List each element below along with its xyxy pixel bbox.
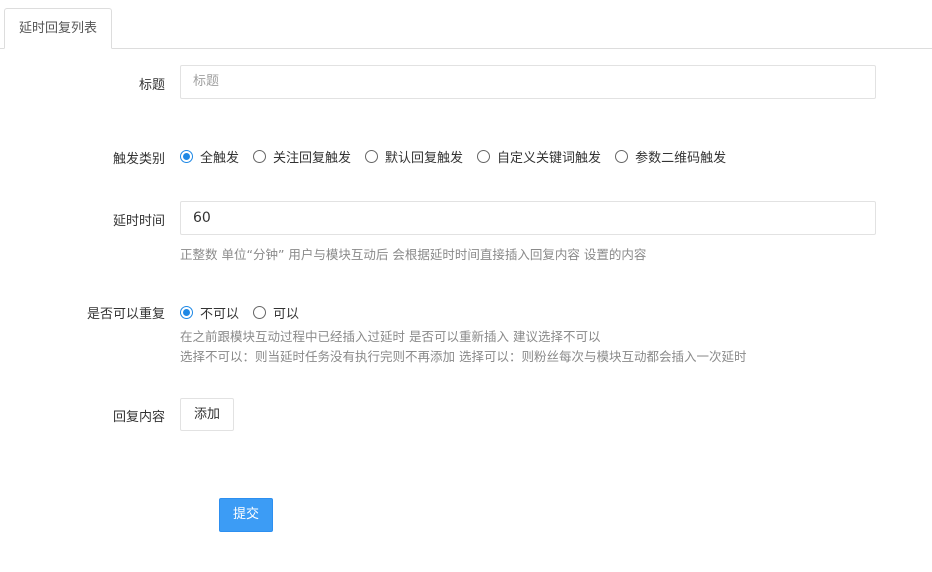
title-label: 标题: [138, 78, 165, 93]
repeatable-option-yes[interactable]: 可以: [253, 303, 299, 322]
repeatable-radio-group: 不可以 可以: [180, 303, 313, 322]
tab-bar: 延时回复列表: [0, 0, 932, 49]
trigger-type-label: 触发类别: [112, 152, 165, 167]
trigger-option-all[interactable]: 全触发: [180, 147, 239, 166]
repeatable-help-line1: 在之前跟模块互动过程中已经插入过延时 是否可以重新插入 建议选择不可以: [180, 329, 601, 344]
radio-icon[interactable]: [615, 149, 629, 163]
repeatable-label: 是否可以重复: [86, 307, 165, 322]
repeatable-help-line2: 选择不可以：则当延时任务没有执行完则不再添加 选择可以：则粉丝每次与模块互动都会…: [180, 349, 747, 364]
repeatable-option-no[interactable]: 不可以: [180, 303, 239, 322]
radio-icon[interactable]: [477, 149, 491, 163]
radio-checked-icon[interactable]: [180, 305, 193, 319]
radio-label: 全触发: [200, 150, 240, 166]
radio-label: 默认回复触发: [385, 150, 464, 166]
radio-checked-icon[interactable]: [180, 149, 193, 163]
trigger-option-default[interactable]: 默认回复触发: [365, 147, 463, 166]
add-reply-button[interactable]: 添加: [180, 398, 234, 431]
trigger-option-keyword[interactable]: 自定义关键词触发: [477, 147, 601, 166]
radio-icon[interactable]: [253, 305, 267, 319]
radio-label: 关注回复触发: [273, 150, 352, 166]
reply-content-label: 回复内容: [112, 410, 165, 425]
trigger-option-qrcode[interactable]: 参数二维码触发: [615, 147, 726, 166]
trigger-option-follow[interactable]: 关注回复触发: [253, 147, 351, 166]
radio-icon[interactable]: [365, 149, 379, 163]
trigger-type-radio-group: 全触发 关注回复触发 默认回复触发 自定义关键词触发 参数二维码触发: [180, 147, 740, 166]
delay-time-label: 延时时间: [112, 214, 165, 229]
radio-label: 可以: [273, 306, 300, 322]
title-input[interactable]: 标题: [180, 65, 876, 99]
radio-label: 自定义关键词触发: [497, 150, 602, 166]
submit-button[interactable]: 提交: [219, 498, 273, 532]
delay-time-input[interactable]: 60: [180, 201, 876, 235]
radio-label: 参数二维码触发: [635, 150, 727, 166]
delay-time-help: 正整数 单位“分钟” 用户与模块互动后 会根据延时时间直接插入回复内容 设置的内…: [180, 247, 647, 262]
radio-label: 不可以: [200, 306, 240, 322]
tab-delay-reply-list[interactable]: 延时回复列表: [4, 8, 113, 49]
radio-icon[interactable]: [253, 149, 267, 163]
